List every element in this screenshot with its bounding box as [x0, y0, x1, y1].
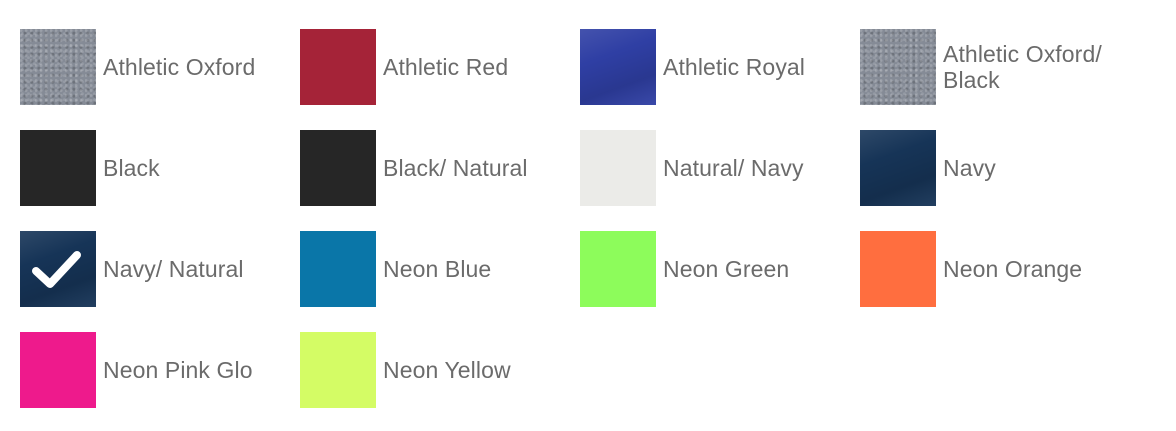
color-option-neon-green[interactable]: Neon Green: [560, 231, 830, 307]
color-swatch[interactable]: [300, 130, 376, 206]
color-swatch[interactable]: [860, 29, 936, 105]
color-option-navy-natural[interactable]: Navy/ Natural: [0, 231, 270, 307]
color-swatch[interactable]: [300, 231, 376, 307]
checkmark-icon: [32, 251, 81, 288]
color-option-black-natural[interactable]: Black/ Natural: [280, 130, 550, 206]
color-swatch-grid: Athletic Oxford Athletic Red Athletic Ro…: [0, 0, 1176, 431]
color-label: Athletic Red: [383, 54, 509, 80]
color-option-athletic-royal[interactable]: Athletic Royal: [560, 29, 830, 105]
color-label: Black: [103, 155, 160, 181]
color-swatch[interactable]: [860, 130, 936, 206]
color-label: Natural/ Navy: [663, 155, 804, 181]
color-swatch[interactable]: [20, 130, 96, 206]
color-option-black[interactable]: Black: [0, 130, 270, 206]
color-swatch[interactable]: [20, 29, 96, 105]
color-label: Neon Green: [663, 256, 790, 282]
color-option-athletic-red[interactable]: Athletic Red: [280, 29, 550, 105]
color-option-athletic-oxford[interactable]: Athletic Oxford: [0, 29, 270, 105]
color-swatch[interactable]: [20, 231, 96, 307]
color-swatch[interactable]: [860, 231, 936, 307]
color-swatch[interactable]: [300, 332, 376, 408]
color-swatch[interactable]: [580, 130, 656, 206]
color-label: Navy/ Natural: [103, 256, 244, 282]
color-label: Neon Orange: [943, 256, 1083, 282]
color-swatch[interactable]: [300, 29, 376, 105]
color-label: Athletic Oxford/ Black: [943, 41, 1102, 93]
color-option-neon-orange[interactable]: Neon Orange: [840, 231, 1110, 307]
color-option-neon-blue[interactable]: Neon Blue: [280, 231, 550, 307]
color-option-neon-yellow[interactable]: Neon Yellow: [280, 332, 550, 408]
color-option-natural-navy[interactable]: Natural/ Navy: [560, 130, 830, 206]
color-option-navy[interactable]: Navy: [840, 130, 1110, 206]
color-label: Neon Yellow: [383, 357, 511, 383]
color-option-athletic-oxford-black[interactable]: Athletic Oxford/ Black: [840, 29, 1110, 105]
color-label: Athletic Royal: [663, 54, 806, 80]
color-label: Black/ Natural: [383, 155, 528, 181]
color-swatch[interactable]: [580, 231, 656, 307]
color-swatch[interactable]: [580, 29, 656, 105]
color-label: Athletic Oxford: [103, 54, 256, 80]
color-option-neon-pink-glo[interactable]: Neon Pink Glo: [0, 332, 270, 408]
color-label: Navy: [943, 155, 996, 181]
color-label: Neon Pink Glo: [103, 357, 253, 383]
color-label: Neon Blue: [383, 256, 492, 282]
color-swatch[interactable]: [20, 332, 96, 408]
